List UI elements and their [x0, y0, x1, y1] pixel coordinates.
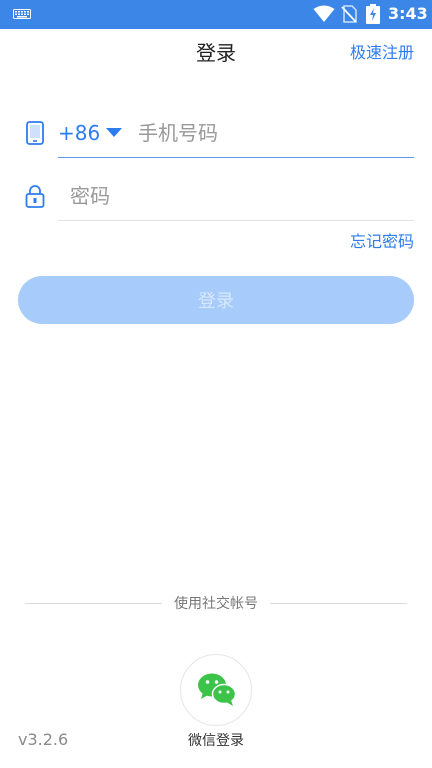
battery-charging-icon: [366, 4, 380, 24]
phone-field-underline: [58, 157, 414, 158]
social-login-divider-text: 使用社交帐号: [174, 596, 258, 612]
divider-line-right: [270, 603, 407, 604]
status-time: 3:43: [388, 4, 428, 23]
no-sim-icon: [341, 5, 357, 23]
app-version: v3.2.6: [18, 730, 69, 749]
wechat-icon: [198, 673, 237, 706]
status-bar: 3:43: [0, 0, 432, 29]
keyboard-icon: [13, 9, 31, 19]
password-input[interactable]: [70, 177, 414, 215]
phone-number-input[interactable]: [138, 114, 414, 152]
country-code-selector[interactable]: +86: [58, 119, 100, 147]
quick-register-link[interactable]: 极速注册: [350, 42, 414, 64]
wifi-icon: [313, 5, 335, 22]
forgot-password-link[interactable]: 忘记密码: [350, 231, 414, 253]
login-button[interactable]: 登录: [18, 276, 414, 324]
wechat-login-button[interactable]: [180, 654, 252, 726]
phone-icon: [26, 121, 44, 145]
password-field-underline: [58, 220, 414, 221]
lock-icon: [25, 185, 45, 208]
chevron-down-icon[interactable]: [105, 126, 123, 138]
